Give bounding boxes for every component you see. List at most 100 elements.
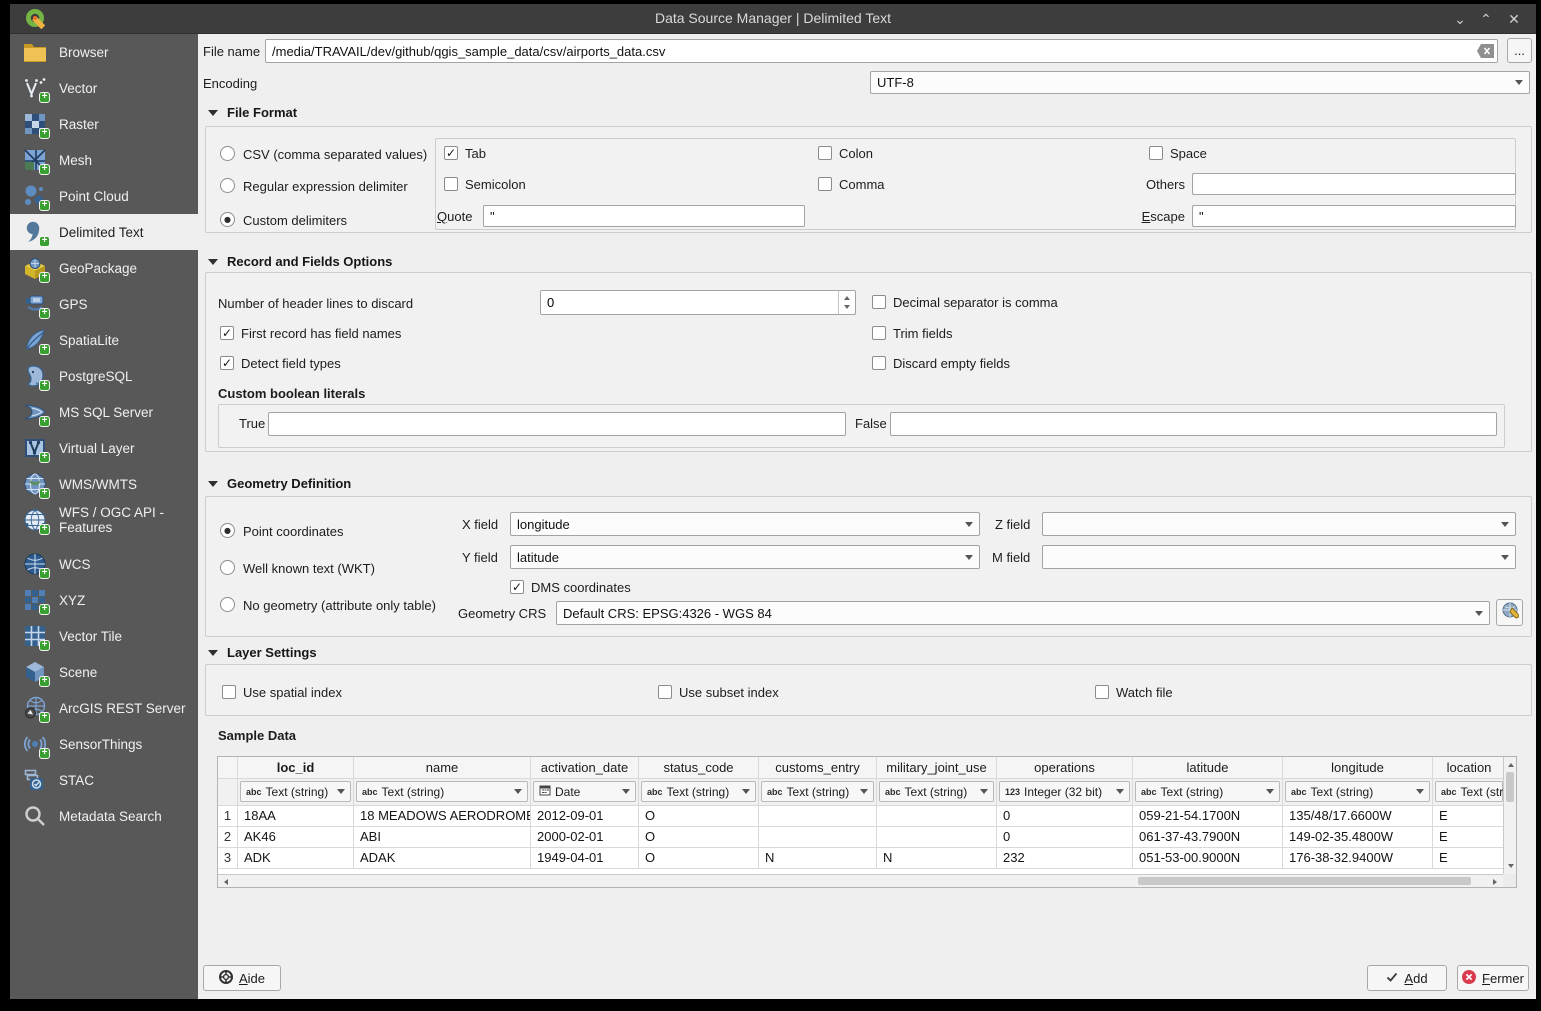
- type-selector-customs-entry[interactable]: abcText (string): [761, 781, 874, 802]
- y-field-select[interactable]: latitude: [510, 545, 980, 569]
- escape-input[interactable]: [1193, 209, 1515, 224]
- sidebar-item-raster[interactable]: Raster: [10, 106, 198, 142]
- geometry-crs-select[interactable]: Default CRS: EPSG:4326 - WGS 84: [556, 601, 1490, 625]
- layer-settings-section-header[interactable]: Layer Settings: [208, 645, 317, 660]
- column-header-status-code[interactable]: status_code: [639, 757, 759, 779]
- space-checkbox[interactable]: [1149, 146, 1163, 160]
- sidebar-item-virtual-layer[interactable]: Virtual Layer: [10, 430, 198, 466]
- colon-checkbox[interactable]: [818, 146, 832, 160]
- quote-input[interactable]: [484, 209, 804, 224]
- type-selector-military-joint-use[interactable]: abcText (string): [879, 781, 994, 802]
- true-input[interactable]: [269, 417, 845, 432]
- wkt-radio[interactable]: [220, 560, 235, 575]
- type-selector-longitude[interactable]: abcText (string): [1285, 781, 1430, 802]
- detect-field-types-checkbox[interactable]: ✓: [220, 356, 234, 370]
- geometry-section-header[interactable]: Geometry Definition: [208, 476, 351, 491]
- sidebar-item-spatialite[interactable]: SpatiaLite: [10, 322, 198, 358]
- type-selector-status-code[interactable]: abcText (string): [641, 781, 756, 802]
- sidebar-item-postgresql[interactable]: PostgreSQL: [10, 358, 198, 394]
- use-spatial-index-checkbox[interactable]: [222, 685, 236, 699]
- scroll-left-icon[interactable]: [218, 875, 231, 888]
- first-record-checkbox[interactable]: ✓: [220, 326, 234, 340]
- semicolon-checkbox[interactable]: [444, 177, 458, 191]
- watch-file-checkbox[interactable]: [1095, 685, 1109, 699]
- column-header-name[interactable]: name: [354, 757, 531, 779]
- point-coordinates-radio[interactable]: ●: [220, 523, 235, 538]
- table-horizontal-scrollbar[interactable]: [218, 874, 1503, 887]
- table-vertical-scrollbar[interactable]: [1503, 757, 1516, 874]
- sidebar-item-arcgis-rest-server[interactable]: ArcGIS REST Server: [10, 690, 198, 726]
- encoding-select[interactable]: UTF-8: [870, 71, 1530, 94]
- column-header-loc-id[interactable]: loc_id: [238, 757, 354, 779]
- sidebar-item-delimited-text[interactable]: Delimited Text: [10, 214, 198, 250]
- sidebar-item-wcs[interactable]: WCS: [10, 546, 198, 582]
- sidebar-item-wfs-ogc-api-features[interactable]: WFS / OGC API - Features: [10, 502, 198, 538]
- use-subset-index-checkbox[interactable]: [658, 685, 672, 699]
- sidebar-item-sensorthings[interactable]: SensorThings: [10, 726, 198, 762]
- column-header-military-joint-use[interactable]: military_joint_use: [877, 757, 997, 779]
- regex-delimiter-radio[interactable]: [220, 178, 235, 193]
- column-header-latitude[interactable]: latitude: [1133, 757, 1283, 779]
- m-field-select[interactable]: [1042, 545, 1516, 569]
- trim-fields-checkbox[interactable]: [872, 326, 886, 340]
- column-header-operations[interactable]: operations: [997, 757, 1133, 779]
- select-crs-button[interactable]: [1496, 599, 1523, 626]
- file-name-input[interactable]: [266, 44, 1473, 59]
- others-input[interactable]: [1193, 177, 1515, 192]
- file-format-section-header[interactable]: File Format: [208, 105, 297, 120]
- help-button[interactable]: Aide: [203, 965, 281, 991]
- custom-delimiters-radio[interactable]: ●: [220, 212, 235, 227]
- x-field-select[interactable]: longitude: [510, 512, 980, 536]
- column-header-location[interactable]: location: [1433, 757, 1505, 779]
- scroll-up-icon[interactable]: [1504, 757, 1517, 770]
- add-button[interactable]: Add: [1367, 965, 1447, 991]
- horizontal-scroll-thumb[interactable]: [1138, 877, 1471, 885]
- sidebar-item-stac[interactable]: STAC: [10, 762, 198, 798]
- type-selector-operations[interactable]: 123Integer (32 bit): [999, 781, 1130, 802]
- no-geometry-radio[interactable]: [220, 597, 235, 612]
- plus-badge-icon: [39, 640, 50, 651]
- close-dialog-button[interactable]: Fermer: [1457, 965, 1529, 991]
- z-field-select[interactable]: [1042, 512, 1516, 536]
- sidebar-item-browser[interactable]: Browser: [10, 34, 198, 70]
- discard-empty-fields-checkbox[interactable]: [872, 356, 886, 370]
- csv-radio[interactable]: [220, 146, 235, 161]
- column-header-longitude[interactable]: longitude: [1283, 757, 1433, 779]
- comma-checkbox[interactable]: [818, 177, 832, 191]
- vertical-scroll-thumb[interactable]: [1506, 772, 1514, 802]
- type-selector-loc-id[interactable]: abcText (string): [240, 781, 351, 802]
- tab-checkbox[interactable]: ✓: [444, 146, 458, 160]
- sidebar-item-xyz[interactable]: XYZ: [10, 582, 198, 618]
- spin-up-icon[interactable]: [839, 291, 855, 303]
- type-selector-name[interactable]: abcText (string): [356, 781, 528, 802]
- decimal-separator-checkbox[interactable]: [872, 295, 886, 309]
- sidebar-item-wms-wmts[interactable]: WMS/WMTS: [10, 466, 198, 502]
- record-options-section-header[interactable]: Record and Fields Options: [208, 254, 392, 269]
- sidebar-item-ms-sql-server[interactable]: MS SQL Server: [10, 394, 198, 430]
- window-shade-button[interactable]: ⌄: [1448, 7, 1472, 31]
- sidebar-item-gps[interactable]: GPS: [10, 286, 198, 322]
- false-input[interactable]: [891, 417, 1496, 432]
- header-lines-input[interactable]: [541, 291, 838, 314]
- sidebar-item-vector-tile[interactable]: Vector Tile: [10, 618, 198, 654]
- type-selector-location[interactable]: abcText (string): [1435, 781, 1503, 802]
- type-selector-latitude[interactable]: abcText (string): [1135, 781, 1280, 802]
- type-selector-activation-date[interactable]: Date: [533, 781, 636, 802]
- browse-file-button[interactable]: ...: [1507, 38, 1532, 63]
- sidebar-item-vector[interactable]: Vector: [10, 70, 198, 106]
- sidebar-item-mesh[interactable]: Mesh: [10, 142, 198, 178]
- sidebar-item-metadata-search[interactable]: Metadata Search: [10, 798, 198, 834]
- scroll-down-icon[interactable]: [1504, 861, 1517, 874]
- spin-down-icon[interactable]: [839, 303, 855, 315]
- header-lines-spinbox[interactable]: [540, 290, 856, 315]
- sidebar-item-point-cloud[interactable]: Point Cloud: [10, 178, 198, 214]
- column-header-activation-date[interactable]: activation_date: [531, 757, 639, 779]
- sidebar-item-scene[interactable]: Scene: [10, 654, 198, 690]
- clear-text-icon[interactable]: [1473, 44, 1497, 58]
- dms-coordinates-checkbox[interactable]: ✓: [510, 580, 524, 594]
- window-close-button[interactable]: ✕: [1502, 7, 1526, 31]
- sidebar-item-geopackage[interactable]: GeoPackage: [10, 250, 198, 286]
- scroll-right-icon[interactable]: [1490, 875, 1503, 888]
- window-restore-button[interactable]: ⌃: [1474, 7, 1498, 31]
- column-header-customs-entry[interactable]: customs_entry: [759, 757, 877, 779]
